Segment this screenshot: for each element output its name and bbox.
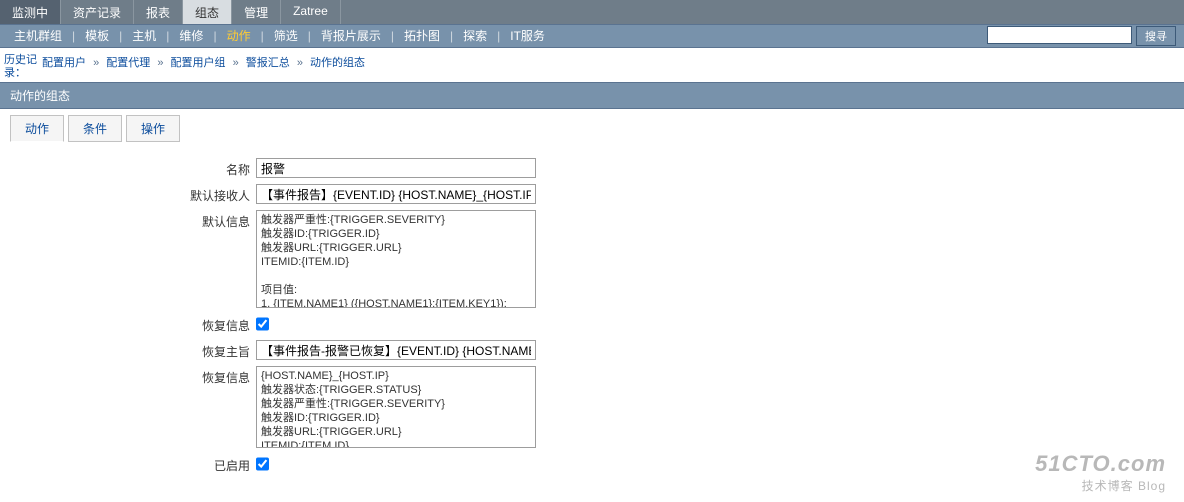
enabled-checkbox[interactable] [256, 454, 269, 474]
subnav-discovery[interactable]: 探索 [453, 25, 497, 47]
subnav-itservice[interactable]: IT服务 [500, 25, 555, 47]
recovsubj-input[interactable] [256, 340, 536, 360]
name-label: 名称 [0, 158, 256, 178]
recovsubj-label: 恢复主旨 [0, 340, 256, 360]
panel-title: 动作的组态 [0, 82, 1184, 109]
subnav-actions[interactable]: 动作 [217, 25, 261, 47]
topnav-tab-assets[interactable]: 资产记录 [61, 0, 134, 24]
watermark-line1: 51CTO.com [1035, 451, 1166, 477]
subnav-filter[interactable]: 筛选 [264, 25, 308, 47]
recovmsg-label: 恢复信息 [0, 366, 256, 448]
top-nav: 监测中 资产记录 报表 组态 管理 Zatree [0, 0, 1184, 24]
enabled-label: 已启用 [0, 454, 256, 474]
name-input[interactable] [256, 158, 536, 178]
recovflag-checkbox[interactable] [256, 314, 269, 334]
recovflag-label: 恢复信息 [0, 314, 256, 334]
tab-operations[interactable]: 操作 [126, 115, 180, 142]
form-tabs: 动作 条件 操作 [0, 109, 1184, 142]
watermark-line2: 技术博客 Blog [1035, 477, 1166, 494]
crumb-users[interactable]: 配置用户 [38, 57, 90, 69]
topnav-tab-config[interactable]: 组态 [183, 0, 232, 24]
defmsg-textarea[interactable]: 触发器严重性:{TRIGGER.SEVERITY} 触发器ID:{TRIGGER… [256, 210, 536, 308]
action-form: 名称 默认接收人 默认信息 触发器严重性:{TRIGGER.SEVERITY} … [0, 142, 1184, 486]
crumb-actionconfig[interactable]: 动作的组态 [306, 57, 369, 69]
topnav-tab-reports[interactable]: 报表 [134, 0, 183, 24]
topnav-tab-admin[interactable]: 管理 [232, 0, 281, 24]
subnav-slideshows[interactable]: 背报片展示 [311, 25, 391, 47]
search-container: 搜寻 [987, 26, 1180, 46]
crumb-proxies[interactable]: 配置代理 [102, 57, 154, 69]
history-label: 历史记录： [4, 54, 38, 80]
topnav-tab-monitor[interactable]: 监测中 [0, 0, 61, 24]
topnav-tab-zatree[interactable]: Zatree [281, 0, 341, 24]
subnav-hosts[interactable]: 主机 [122, 25, 166, 47]
crumb-usergroups[interactable]: 配置用户组 [167, 57, 230, 69]
subnav-templates[interactable]: 模板 [75, 25, 119, 47]
history-bar: 历史记录： 配置用户 » 配置代理 » 配置用户组 » 警报汇总 » 动作的组态 [0, 48, 1184, 82]
watermark: 51CTO.com 技术博客 Blog [1035, 451, 1166, 494]
subnav-hostgroups[interactable]: 主机群组 [4, 25, 72, 47]
subnav-maps[interactable]: 拓扑图 [394, 25, 450, 47]
subnav-maintenance[interactable]: 维修 [169, 25, 213, 47]
recovmsg-textarea[interactable]: {HOST.NAME}_{HOST.IP} 触发器状态:{TRIGGER.STA… [256, 366, 536, 448]
sub-nav: 主机群组| 模板| 主机| 维修| 动作| 筛选| 背报片展示| 拓扑图| 探索… [0, 24, 1184, 48]
search-input[interactable] [987, 26, 1132, 44]
tab-conditions[interactable]: 条件 [68, 115, 122, 142]
tab-action[interactable]: 动作 [10, 115, 64, 142]
recipient-label: 默认接收人 [0, 184, 256, 204]
recipient-input[interactable] [256, 184, 536, 204]
defmsg-label: 默认信息 [0, 210, 256, 308]
search-button[interactable]: 搜寻 [1136, 26, 1176, 46]
crumb-alerts[interactable]: 警报汇总 [242, 57, 294, 69]
